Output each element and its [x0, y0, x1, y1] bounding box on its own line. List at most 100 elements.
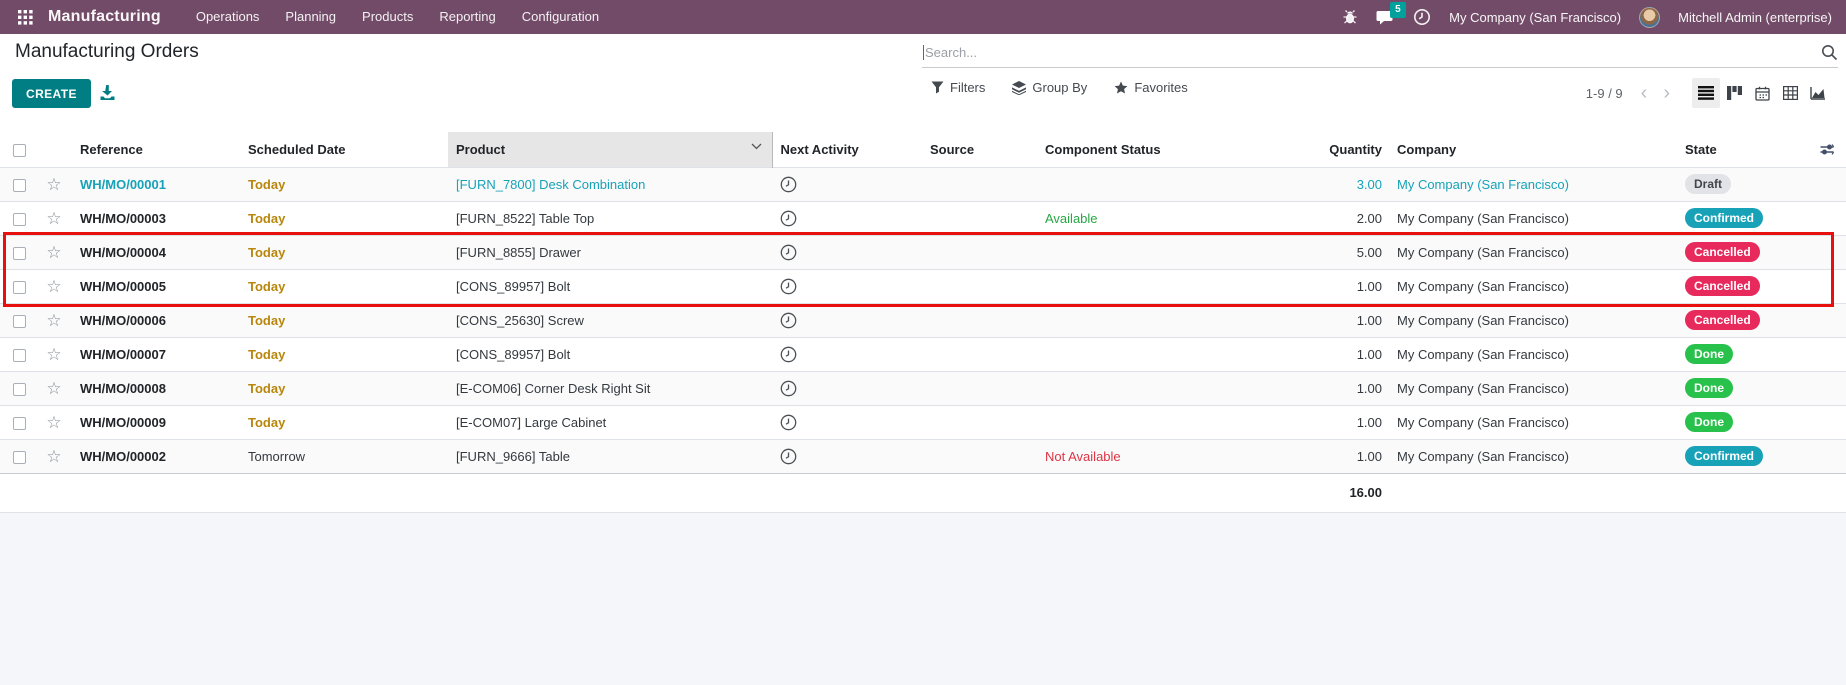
row-checkbox[interactable] [0, 337, 38, 371]
company-cell: My Company (San Francisco) [1397, 414, 1569, 430]
scheduled-date-cell: Today [248, 278, 286, 294]
group-by-button[interactable]: Group By [1012, 80, 1087, 95]
export-icon[interactable] [99, 84, 116, 101]
search-icon[interactable] [1821, 44, 1838, 61]
company-cell: My Company (San Francisco) [1397, 312, 1569, 328]
company-switcher[interactable]: My Company (San Francisco) [1449, 10, 1621, 25]
messages-count-badge: 5 [1390, 1, 1406, 18]
messages-icon[interactable]: 5 [1376, 1, 1406, 26]
component-status-cell: Not Available [1045, 448, 1121, 464]
component-status-cell [1037, 371, 1217, 405]
component-status-cell [1037, 167, 1217, 201]
column-header-scheduled-date[interactable]: Scheduled Date [238, 132, 448, 167]
column-header-reference[interactable]: Reference [70, 132, 238, 167]
manufacturing-order-row[interactable]: ☆ WH/MO/00009 Today [E-COM07] Large Cabi… [0, 405, 1846, 439]
column-header-state[interactable]: State [1680, 132, 1820, 167]
next-activity-clock-icon[interactable] [772, 201, 922, 235]
create-button[interactable]: CREATE [12, 79, 91, 108]
next-activity-clock-icon[interactable] [772, 405, 922, 439]
next-activity-clock-icon[interactable] [772, 269, 922, 303]
column-header-product[interactable]: Product [448, 132, 773, 167]
manufacturing-order-row[interactable]: ☆ WH/MO/00001 Today [FURN_7800] Desk Com… [0, 167, 1846, 201]
favorite-star-icon[interactable]: ☆ [38, 337, 70, 371]
pager-next-icon[interactable]: › [1655, 83, 1678, 103]
column-header-source[interactable]: Source [922, 132, 1037, 167]
scheduled-date-cell: Today [248, 176, 286, 192]
apps-grid-icon[interactable] [10, 0, 40, 34]
manufacturing-order-row[interactable]: ☆ WH/MO/00006 Today [CONS_25630] Screw 1… [0, 303, 1846, 337]
total-row: 16.00 [0, 473, 1846, 512]
scheduled-date-cell: Tomorrow [248, 448, 306, 464]
quantity-cell: 1.00 [1356, 414, 1382, 430]
menu-planning[interactable]: Planning [272, 0, 349, 34]
bug-icon[interactable] [1342, 9, 1358, 25]
total-quantity: 16.00 [1349, 485, 1382, 500]
menu-products[interactable]: Products [349, 0, 426, 34]
select-all-checkbox[interactable] [0, 132, 38, 167]
favorite-star-icon[interactable]: ☆ [38, 439, 70, 473]
row-checkbox[interactable] [0, 201, 38, 235]
favorite-star-icon[interactable]: ☆ [38, 303, 70, 337]
kanban-view-icon[interactable] [1720, 78, 1748, 108]
menu-reporting[interactable]: Reporting [426, 0, 508, 34]
product-cell: [CONS_25630] Screw [456, 312, 584, 328]
optional-columns-icon[interactable] [1820, 132, 1846, 167]
component-status-cell [1037, 337, 1217, 371]
favorite-star-icon[interactable]: ☆ [38, 201, 70, 235]
favorites-button[interactable]: Favorites [1114, 80, 1188, 95]
pivot-view-icon[interactable] [1776, 78, 1804, 108]
manufacturing-order-row[interactable]: ☆ WH/MO/00005 Today [CONS_89957] Bolt 1.… [0, 269, 1846, 303]
row-checkbox[interactable] [0, 303, 38, 337]
next-activity-clock-icon[interactable] [772, 371, 922, 405]
manufacturing-order-row[interactable]: ☆ WH/MO/00008 Today [E-COM06] Corner Des… [0, 371, 1846, 405]
favorite-star-icon[interactable]: ☆ [38, 235, 70, 269]
manufacturing-order-row[interactable]: ☆ WH/MO/00004 Today [FURN_8855] Drawer 5… [0, 235, 1846, 269]
filter-icon [931, 81, 944, 94]
company-cell: My Company (San Francisco) [1397, 244, 1569, 260]
pager-previous-icon[interactable]: ‹ [1633, 83, 1656, 103]
graph-view-icon[interactable] [1804, 78, 1832, 108]
state-cell: Confirmed [1680, 439, 1820, 473]
user-avatar[interactable] [1639, 6, 1661, 28]
calendar-view-icon[interactable] [1748, 78, 1776, 108]
row-checkbox[interactable] [0, 235, 38, 269]
menu-configuration[interactable]: Configuration [509, 0, 612, 34]
activities-icon[interactable] [1413, 8, 1431, 26]
company-cell: My Company (San Francisco) [1397, 278, 1569, 294]
column-header-company[interactable]: Company [1390, 132, 1680, 167]
search-input[interactable]: Search... [922, 38, 1838, 68]
filters-button[interactable]: Filters [931, 80, 985, 95]
column-header-quantity[interactable]: Quantity [1217, 132, 1390, 167]
row-checkbox[interactable] [0, 269, 38, 303]
app-name[interactable]: Manufacturing [48, 8, 175, 26]
row-checkbox[interactable] [0, 439, 38, 473]
next-activity-clock-icon[interactable] [772, 439, 922, 473]
manufacturing-order-row[interactable]: ☆ WH/MO/00007 Today [CONS_89957] Bolt 1.… [0, 337, 1846, 371]
quantity-cell: 1.00 [1356, 380, 1382, 396]
state-cell: Done [1680, 405, 1820, 439]
row-checkbox[interactable] [0, 167, 38, 201]
next-activity-clock-icon[interactable] [772, 167, 922, 201]
row-checkbox[interactable] [0, 371, 38, 405]
column-header-component-status[interactable]: Component Status [1037, 132, 1217, 167]
column-header-next-activity[interactable]: Next Activity [772, 132, 922, 167]
next-activity-clock-icon[interactable] [772, 235, 922, 269]
navbar-left: Manufacturing Operations Planning Produc… [0, 0, 612, 34]
favorite-star-icon[interactable]: ☆ [38, 167, 70, 201]
product-cell: [FURN_8522] Table Top [456, 210, 595, 226]
scheduled-date-cell: Today [248, 210, 286, 226]
reference-cell: WH/MO/00006 [80, 312, 166, 328]
row-checkbox[interactable] [0, 405, 38, 439]
list-view-icon[interactable] [1692, 78, 1720, 108]
reference-cell: WH/MO/00005 [80, 278, 166, 294]
next-activity-clock-icon[interactable] [772, 303, 922, 337]
manufacturing-order-row[interactable]: ☆ WH/MO/00002 Tomorrow [FURN_9666] Table… [0, 439, 1846, 473]
menu-operations[interactable]: Operations [183, 0, 273, 34]
next-activity-clock-icon[interactable] [772, 337, 922, 371]
favorite-star-icon[interactable]: ☆ [38, 269, 70, 303]
favorite-star-icon[interactable]: ☆ [38, 405, 70, 439]
manufacturing-order-row[interactable]: ☆ WH/MO/00003 Today [FURN_8522] Table To… [0, 201, 1846, 235]
user-menu[interactable]: Mitchell Admin (enterprise) [1678, 10, 1832, 25]
favorite-star-icon[interactable]: ☆ [38, 371, 70, 405]
state-cell: Confirmed [1680, 201, 1820, 235]
